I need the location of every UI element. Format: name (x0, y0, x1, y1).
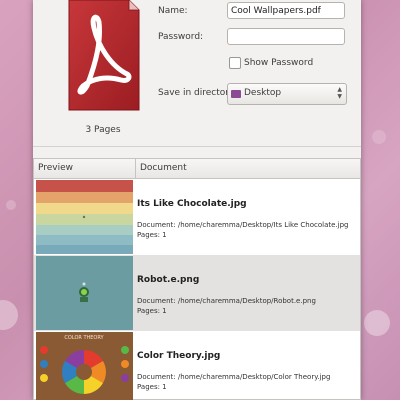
name-label: Name: (158, 6, 188, 16)
name-field[interactable]: Cool Wallpapers.pdf (227, 2, 345, 19)
table-header: Preview Document (34, 159, 360, 179)
document-pages: Pages: 1 (137, 383, 167, 391)
document-name: Color Theory.jpg (137, 351, 221, 361)
documents-table: Preview Document Its Like Chocolate.jpg … (33, 158, 361, 400)
table-row[interactable]: Its Like Chocolate.jpg Document: /home/c… (34, 179, 360, 255)
column-divider (135, 159, 136, 178)
document-name: Robot.e.png (137, 275, 200, 285)
save-directory-label: Save in directory: (158, 88, 237, 98)
save-directory-value: Desktop (244, 88, 282, 98)
document-path: Document: /home/charemma/Desktop/Color T… (137, 373, 331, 381)
create-pdf-dialog: 3 Pages Name: Cool Wallpapers.pdf Passwo… (33, 0, 361, 400)
password-field[interactable] (227, 28, 345, 45)
column-header-document[interactable]: Document (140, 163, 187, 173)
wallpaper-thumbnail-color-theory: COLOR THEORY (36, 332, 133, 400)
wallpaper-thumbnail-chocolate (36, 180, 133, 254)
save-directory-combo[interactable]: Desktop ▲ ▼ (227, 83, 347, 105)
document-name: Its Like Chocolate.jpg (137, 199, 247, 209)
wallpaper-thumbnail-robot (36, 256, 133, 330)
document-path: Document: /home/charemma/Desktop/Its Lik… (137, 221, 349, 229)
separator (33, 146, 361, 147)
color-theory-title: COLOR THEORY (64, 335, 104, 341)
document-pages: Pages: 1 (137, 307, 167, 315)
folder-icon (231, 90, 241, 98)
background-bokeh (372, 130, 386, 144)
background-bokeh (6, 200, 16, 210)
table-row[interactable]: Robot.e.png Document: /home/charemma/Des… (34, 255, 360, 331)
show-password-label[interactable]: Show Password (244, 58, 313, 68)
chevron-up-down-icon: ▲ ▼ (337, 86, 342, 100)
show-password-checkbox[interactable] (229, 57, 241, 69)
pdf-document-icon (68, 0, 140, 111)
page-count-label: 3 Pages (85, 125, 121, 135)
password-label: Password: (158, 32, 204, 42)
background-bokeh (0, 300, 18, 330)
column-header-preview[interactable]: Preview (38, 163, 73, 173)
document-path: Document: /home/charemma/Desktop/Robot.e… (137, 297, 316, 305)
background-bokeh (364, 310, 390, 336)
document-pages: Pages: 1 (137, 231, 167, 239)
table-row[interactable]: COLOR THEORY Color Theory.jpg Document: … (34, 331, 360, 400)
